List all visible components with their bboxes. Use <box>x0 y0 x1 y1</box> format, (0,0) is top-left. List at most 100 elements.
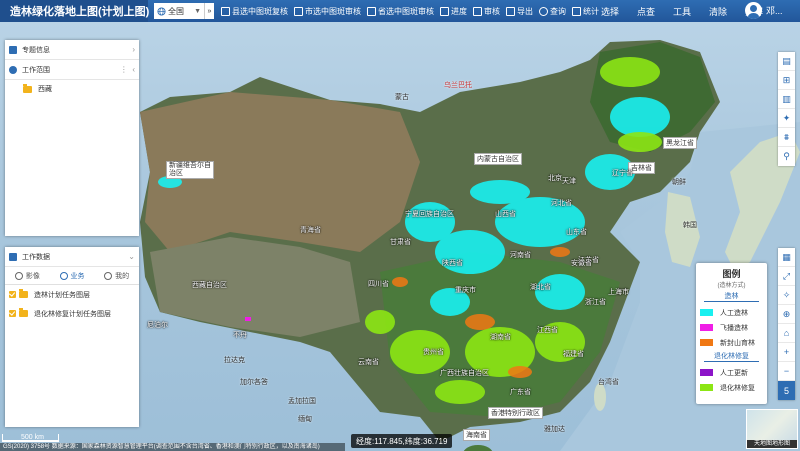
chevron-down-icon: ⌄ <box>128 252 135 261</box>
layer-label: 退化林修复计划任务图层 <box>34 310 111 318</box>
map-label-taiwan: 台湾省 <box>598 379 619 386</box>
thematic-info-row[interactable]: 专题信息 › <box>5 40 139 60</box>
menu-label: 导出 <box>517 6 533 16</box>
user-icon <box>104 271 113 280</box>
tab-business[interactable]: 业务 <box>50 267 95 284</box>
map-label-liaoning: 辽宁省 <box>612 170 633 177</box>
progress-icon <box>440 6 449 16</box>
map-label-qinghai: 青海省 <box>300 227 321 234</box>
tab-mine[interactable]: 我的 <box>94 267 139 284</box>
map-label-kolkata: 加尔各答 <box>240 379 268 386</box>
audit-icon <box>473 6 482 16</box>
expand-icon[interactable]: ⤢ <box>778 267 795 286</box>
home-icon[interactable]: ⌂ <box>778 324 795 343</box>
legend-swatch <box>700 384 713 391</box>
map-label-hainan: 海南省 <box>463 429 490 441</box>
measure-icon[interactable]: ⊕ <box>778 305 795 324</box>
legend-item: 人工更新 <box>696 365 767 380</box>
point-query-button[interactable]: 点查 <box>628 5 664 18</box>
select-button[interactable]: 选择 <box>592 5 628 18</box>
checkbox-checked-icon[interactable] <box>9 310 16 317</box>
checklist-icon <box>367 6 376 16</box>
tools-button[interactable]: 工具 <box>664 5 700 18</box>
map-label-nepal: 尼泊尔 <box>147 322 168 329</box>
search-icon <box>539 6 548 16</box>
map-label-heilongjiang: 黑龙江省 <box>663 137 697 149</box>
work-data-header[interactable]: 工作数据 ⌄ <box>5 247 139 267</box>
layer-item[interactable]: 造林计划任务图层 <box>5 285 139 304</box>
legend-swatch <box>700 309 713 316</box>
thematic-info-label: 专题信息 <box>22 46 50 54</box>
compass-icon[interactable]: ✧ <box>778 286 795 305</box>
location-icon[interactable]: ⚲ <box>778 147 795 166</box>
export-icon <box>506 6 515 16</box>
map-label-jiangxi: 江西省 <box>537 327 558 334</box>
basemap-label: 天地图地形图 <box>747 440 797 448</box>
database-icon <box>9 252 17 261</box>
layer-item[interactable]: 退化林修复计划任务图层 <box>5 304 139 323</box>
globe-icon <box>157 6 166 16</box>
folder-icon <box>19 289 28 298</box>
map-label-dprk: 朝鲜 <box>672 179 686 186</box>
map-label-hebei: 河北省 <box>551 200 572 207</box>
menu-query[interactable]: 查询 <box>536 2 569 20</box>
grid-icon[interactable]: ▦ <box>778 248 795 267</box>
map-label-bhutan: 不丹 <box>233 332 247 339</box>
legend-item: 飞播造林 <box>696 320 767 335</box>
right-toolbar-top: ▤ ⊞ ▥ ✦ ⩩ ⚲ <box>778 52 795 166</box>
work-scope-row[interactable]: 工作范围 ⋮ ‹ <box>5 60 139 80</box>
region-select[interactable]: 全国 ▼ <box>154 3 204 19</box>
folder-item[interactable]: 西藏 <box>5 80 139 98</box>
legend-title: 图例 <box>722 269 741 279</box>
region-select-value: 全国 <box>168 6 184 16</box>
swipe-icon[interactable]: ⊞ <box>778 71 795 90</box>
map-label-hunan: 湖南省 <box>490 334 511 341</box>
main-menu: 县选中图斑复核 市选中图斑审核 省选中图斑审核 进度 审核 导出 查询 统计 <box>218 0 602 22</box>
menu-export[interactable]: 导出 <box>503 2 536 20</box>
more-vertical-icon[interactable]: ⋮ ‹ <box>120 65 135 74</box>
legend-swatch <box>700 324 713 331</box>
map-label-shanxi: 山西省 <box>495 211 516 218</box>
clear-button[interactable]: 清除 <box>700 5 736 18</box>
menu-county-review[interactable]: 县选中图斑复核 <box>218 2 291 20</box>
chevron-right-icon: › <box>132 45 135 54</box>
layers-icon[interactable]: ▤ <box>778 52 795 71</box>
double-chevron-icon[interactable]: » <box>204 3 214 19</box>
legend-swatch <box>700 369 713 376</box>
zoom-out-icon[interactable]: − <box>778 362 795 381</box>
legend-panel: 图例 (造林方式) 造林 人工造林 飞播造林 新封山育林 退化林修复 人工更新 … <box>696 263 767 404</box>
map-label-beijing: 北京 <box>548 175 562 182</box>
map-label-ladakh: 拉达克 <box>224 357 245 364</box>
legend-label: 人工更新 <box>720 369 748 377</box>
menu-city-audit[interactable]: 市选中图斑审核 <box>291 2 364 20</box>
map-label-guangxi: 广西壮族自治区 <box>440 370 489 377</box>
map-label-chongqing: 重庆市 <box>455 287 476 294</box>
zoom-level: 5 <box>778 381 795 400</box>
menu-progress[interactable]: 进度 <box>437 2 470 20</box>
menu-province-audit[interactable]: 省选中图斑审核 <box>364 2 437 20</box>
work-data-panel: 工作数据 ⌄ 影像 业务 我的 造林计划任务图层 退化林修复计划任务图层 <box>5 247 139 427</box>
legend-item: 新封山育林 <box>696 335 767 350</box>
pin-icon[interactable]: ✦ <box>778 109 795 128</box>
checkbox-checked-icon[interactable] <box>9 291 16 298</box>
legend-subtitle: (造林方式) <box>717 283 746 289</box>
user-menu[interactable]: 邓... <box>745 2 783 19</box>
zoom-in-icon[interactable]: + <box>778 343 795 362</box>
map-label-fujian: 福建省 <box>563 351 584 358</box>
layer-label: 造林计划任务图层 <box>34 291 90 299</box>
folder-icon <box>23 83 32 93</box>
cube-icon <box>59 271 68 280</box>
scale-bar: 500 km <box>2 434 59 442</box>
document-icon[interactable]: ▥ <box>778 90 795 109</box>
map-label-gansu: 甘肃省 <box>390 239 411 246</box>
work-data-title: 工作数据 <box>22 253 50 261</box>
road-icon[interactable]: ⩩ <box>778 128 795 147</box>
menu-audit[interactable]: 审核 <box>470 2 503 20</box>
basemap-switcher[interactable]: 天地图地形图 <box>746 409 798 449</box>
menu-label: 查询 <box>550 6 566 16</box>
checklist-icon <box>221 6 230 16</box>
legend-label: 人工造林 <box>720 309 748 317</box>
map-label-mongolia: 蒙古 <box>395 94 409 101</box>
tab-imagery[interactable]: 影像 <box>5 267 50 284</box>
chart-icon <box>572 6 581 16</box>
